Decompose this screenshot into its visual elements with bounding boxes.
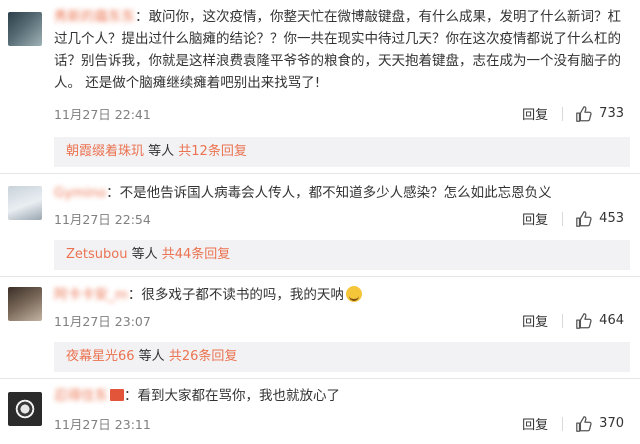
comment-text: ：看到大家都在骂你，我也就放心了	[124, 388, 340, 404]
like-count: 453	[599, 211, 624, 226]
sub-reply-mid: 等人	[134, 349, 169, 364]
sub-reply-mid: 等人	[144, 144, 179, 159]
comment-username[interactable]: 秀新的霜东东	[54, 6, 135, 28]
comment-text: ：很多戏子都不读书的吗，我的天呐	[127, 287, 344, 303]
comment-text: ：不是他告诉国人病毒会人传人，都不知道多少人感染？怎么如此忘恩负义	[106, 185, 552, 201]
avatar[interactable]	[8, 186, 42, 220]
thumbs-up-icon	[576, 210, 592, 227]
like-count: 370	[599, 416, 624, 431]
comment-actions: 回复 464	[522, 311, 624, 330]
comment-time: 11月27日 23:11	[54, 417, 151, 432]
comment-username[interactable]: 忍得住东	[54, 385, 108, 407]
comment-actions: 回复 370	[522, 414, 624, 433]
thumbs-up-icon	[576, 105, 592, 122]
like-button[interactable]: 464	[575, 312, 624, 330]
comment-body: Gymino：不是他告诉国人病毒会人传人，都不知道多少人感染？怎么如此忘恩负义	[54, 182, 630, 204]
comment-text: ：敢问你，这次疫情，你整天忙在微博敲键盘，有什么成果，发明了什么新词？杠过几个人…	[54, 9, 621, 91]
like-button[interactable]: 370	[575, 415, 624, 433]
sub-replies-summary[interactable]: Zetsubou 等人 共44条回复	[54, 240, 630, 270]
comment-body: 忍得住东 ：看到大家都在骂你，我也就放心了	[54, 385, 630, 407]
like-button[interactable]: 733	[575, 105, 624, 123]
like-count: 464	[599, 313, 624, 328]
avatar[interactable]	[8, 12, 42, 46]
like-count: 733	[599, 106, 624, 121]
divider	[562, 416, 564, 431]
comment-time: 11月27日 22:41	[54, 107, 151, 122]
sub-reply-user[interactable]: Zetsubou	[66, 247, 127, 262]
divider	[0, 173, 640, 174]
sub-replies-summary[interactable]: 朝霞缀着珠玑 等人 共12条回复	[54, 137, 630, 167]
comment-actions: 回复 733	[522, 104, 624, 123]
avatar[interactable]	[8, 392, 42, 426]
sub-replies-summary[interactable]: 夜幕星光66 等人 共26条回复	[54, 342, 630, 372]
thumbs-up-icon	[576, 415, 592, 432]
comment-username[interactable]: 阿卡卡安_m	[54, 284, 128, 306]
sub-reply-user[interactable]: 朝霞缀着珠玑	[66, 144, 144, 159]
sub-reply-count[interactable]: 共26条回复	[169, 349, 238, 364]
divider	[562, 211, 564, 226]
face-emoji-icon	[345, 286, 362, 302]
divider	[0, 276, 640, 277]
reply-button[interactable]: 回复	[522, 104, 548, 123]
divider	[562, 106, 564, 121]
reply-button[interactable]: 回复	[522, 311, 548, 330]
reply-button[interactable]: 回复	[522, 414, 548, 433]
sub-reply-count[interactable]: 共44条回复	[162, 247, 231, 262]
thumbs-up-icon	[576, 312, 592, 329]
avatar[interactable]	[8, 287, 42, 321]
divider	[562, 313, 564, 328]
sub-reply-user[interactable]: 夜幕星光66	[66, 349, 135, 364]
comment-time: 11月27日 22:54	[54, 212, 151, 227]
comment-username[interactable]: Gymino	[54, 182, 106, 204]
comment-time: 11月27日 23:07	[54, 314, 151, 329]
badge-icon	[110, 389, 124, 401]
divider	[0, 378, 640, 379]
comment-body: 阿卡卡安_m：很多戏子都不读书的吗，我的天呐	[54, 284, 630, 306]
reply-button[interactable]: 回复	[522, 209, 548, 228]
sub-reply-mid: 等人	[127, 247, 162, 262]
sub-reply-count[interactable]: 共12条回复	[178, 144, 247, 159]
like-button[interactable]: 453	[575, 210, 624, 228]
comment-actions: 回复 453	[522, 209, 624, 228]
comment-body: 秀新的霜东东：敢问你，这次疫情，你整天忙在微博敲键盘，有什么成果，发明了什么新词…	[54, 6, 630, 94]
